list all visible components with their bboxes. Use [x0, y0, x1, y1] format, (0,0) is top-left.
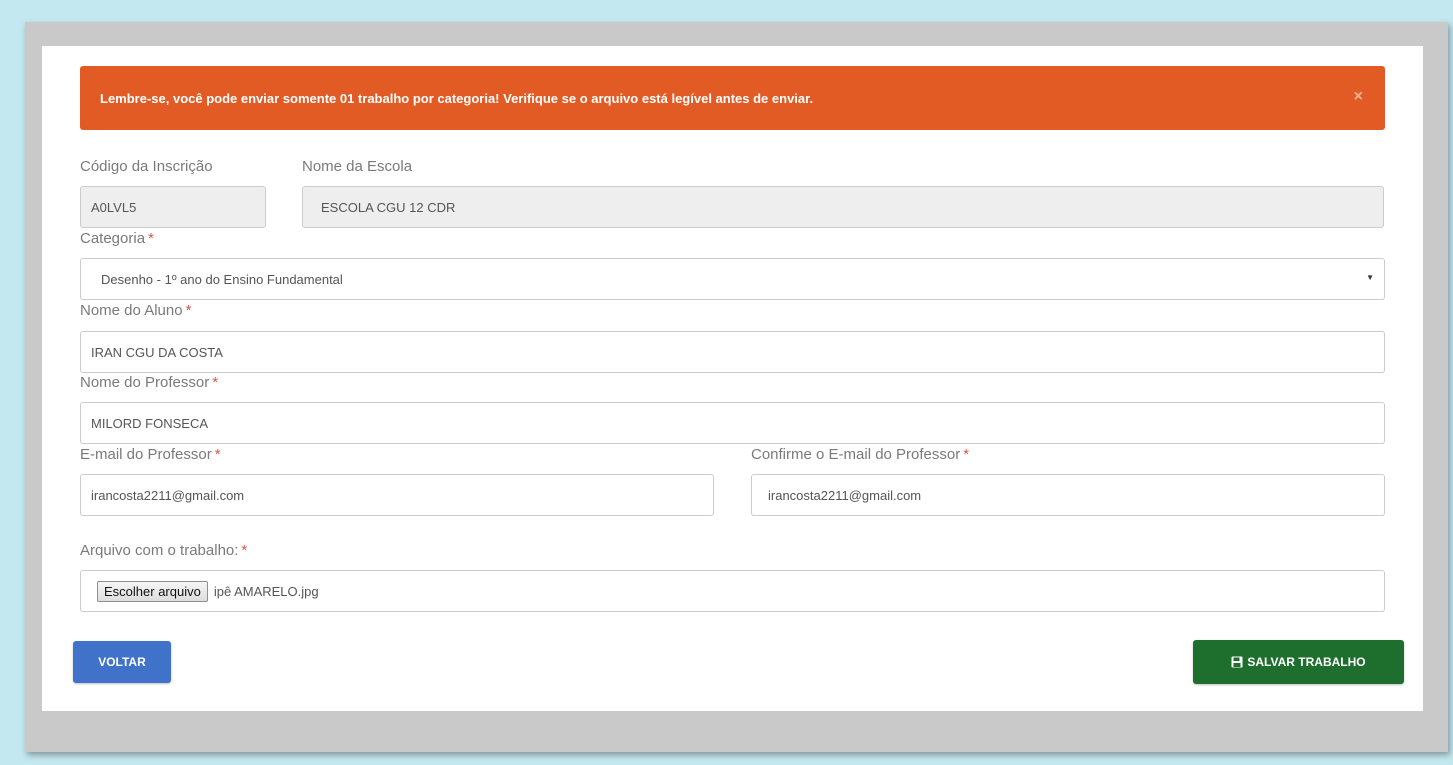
escola-field: ESCOLA CGU 12 CDR [302, 186, 1384, 228]
back-button[interactable]: VOLTAR [73, 641, 171, 683]
email-confirm-label: Confirme o E-mail do Professor * [751, 446, 970, 463]
caret-down-icon: ▼ [1366, 273, 1374, 282]
alert-message: Lembre-se, você pode enviar somente 01 t… [100, 90, 814, 106]
codigo-label: Código da Inscrição [80, 158, 213, 175]
close-icon[interactable]: × [1354, 88, 1363, 106]
aluno-label: Nome do Aluno * [80, 302, 192, 319]
choose-file-button[interactable]: Escolher arquivo [97, 580, 208, 602]
categoria-label: Categoria * [80, 230, 154, 247]
email-confirm-input[interactable]: irancosta2211@gmail.com [751, 474, 1385, 516]
aluno-input[interactable]: IRAN CGU DA COSTA [80, 331, 1385, 373]
professor-input[interactable]: MILORD FONSECA [80, 402, 1385, 444]
file-input: Escolher arquivo ipê AMARELO.jpg [80, 570, 1385, 612]
escola-label: Nome da Escola [302, 158, 413, 175]
professor-label: Nome do Professor * [80, 374, 219, 391]
file-name: ipê AMARELO.jpg [213, 583, 319, 599]
save-work-button[interactable]: SALVAR TRABALHO [1193, 640, 1404, 684]
email-input[interactable]: irancosta2211@gmail.com [80, 474, 714, 516]
floppy-disk-icon [1231, 656, 1243, 668]
codigo-field: A0LVL5 [80, 186, 266, 228]
arquivo-label: Arquivo com o trabalho: * [80, 542, 248, 559]
email-label: E-mail do Professor * [80, 446, 221, 463]
categoria-select[interactable]: Desenho - 1º ano do Ensino Fundamental ▼ [80, 258, 1385, 300]
warning-alert: Lembre-se, você pode enviar somente 01 t… [80, 66, 1385, 130]
